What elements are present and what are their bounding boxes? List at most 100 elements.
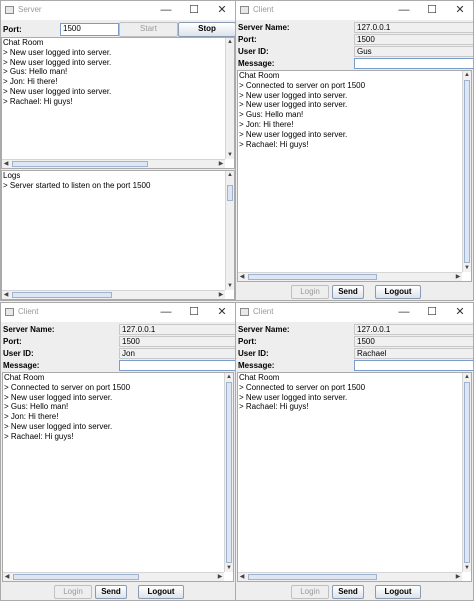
scroll-left-icon[interactable]: ◀ bbox=[238, 273, 246, 281]
user-id-field[interactable]: Jon bbox=[119, 348, 235, 359]
java-app-icon bbox=[240, 6, 249, 14]
port-field[interactable]: 1500 bbox=[119, 336, 235, 347]
scroll-right-icon[interactable]: ▶ bbox=[217, 160, 225, 168]
minimize-icon[interactable]: — bbox=[390, 2, 418, 18]
text-line: > New user logged into server. bbox=[4, 392, 113, 402]
java-app-icon bbox=[5, 6, 14, 14]
horizontal-scrollbar[interactable]: ◀ ▶ bbox=[2, 159, 225, 168]
logout-button[interactable]: Logout bbox=[375, 585, 421, 599]
minimize-icon[interactable]: — bbox=[152, 304, 180, 320]
message-input[interactable] bbox=[354, 360, 473, 371]
scroll-right-icon[interactable]: ▶ bbox=[454, 273, 462, 281]
message-label: Message: bbox=[238, 361, 275, 370]
server-name-field[interactable]: 127.0.0.1 bbox=[354, 22, 473, 33]
vertical-scrollbar[interactable]: ▲ ▼ bbox=[225, 171, 234, 290]
scroll-thumb[interactable] bbox=[12, 292, 112, 298]
text-line: > Jon: Hi there! bbox=[3, 77, 58, 87]
vertical-scrollbar[interactable]: ▲ ▼ bbox=[224, 373, 233, 572]
vertical-scrollbar[interactable]: ▲ ▼ bbox=[462, 373, 471, 572]
scroll-thumb[interactable] bbox=[464, 80, 470, 263]
send-button[interactable]: Send bbox=[95, 585, 127, 599]
client-titlebar[interactable]: Client — ☐ ✕ bbox=[236, 1, 473, 20]
scroll-thumb[interactable] bbox=[464, 382, 470, 563]
minimize-icon[interactable]: — bbox=[152, 2, 180, 18]
user-id-field[interactable]: Rachael bbox=[354, 348, 473, 359]
scroll-up-icon[interactable]: ▲ bbox=[463, 71, 471, 79]
text-line: > New user logged into server. bbox=[239, 100, 348, 110]
start-button[interactable]: Start bbox=[119, 22, 178, 37]
user-id-field[interactable]: Gus bbox=[354, 46, 473, 57]
login-button[interactable]: Login bbox=[291, 585, 329, 599]
scroll-left-icon[interactable]: ◀ bbox=[3, 573, 11, 581]
port-field[interactable]: 1500 bbox=[354, 34, 473, 45]
port-field[interactable]: 1500 bbox=[354, 336, 473, 347]
server-chat-area[interactable]: Chat Room > New user logged into server. >… bbox=[1, 37, 235, 169]
server-titlebar[interactable]: Server — ☐ ✕ bbox=[1, 1, 235, 20]
logout-button[interactable]: Logout bbox=[375, 285, 421, 299]
vertical-scrollbar[interactable]: ▲ ▼ bbox=[225, 38, 234, 159]
scroll-thumb[interactable] bbox=[248, 574, 377, 580]
client-chat-area[interactable]: Chat Room > Connected to server on port 1… bbox=[237, 372, 472, 582]
scroll-down-icon[interactable]: ▼ bbox=[463, 564, 471, 572]
scroll-up-icon[interactable]: ▲ bbox=[226, 38, 234, 46]
message-input[interactable] bbox=[119, 360, 235, 371]
horizontal-scrollbar[interactable]: ◀ ▶ bbox=[238, 272, 462, 281]
horizontal-scrollbar[interactable]: ◀ ▶ bbox=[2, 290, 225, 299]
close-icon[interactable]: ✕ bbox=[208, 304, 235, 320]
scroll-down-icon[interactable]: ▼ bbox=[226, 151, 234, 159]
text-line: > New user logged into server. bbox=[239, 129, 348, 139]
message-label: Message: bbox=[238, 59, 275, 68]
maximize-icon[interactable]: ☐ bbox=[180, 304, 208, 320]
port-input[interactable]: 1500 bbox=[60, 23, 119, 36]
text-line: Chat Room bbox=[239, 373, 280, 382]
scroll-thumb[interactable] bbox=[248, 274, 377, 280]
client-chat-area[interactable]: Chat Room > Connected to server on port 1… bbox=[237, 70, 472, 282]
scroll-right-icon[interactable]: ▶ bbox=[454, 573, 462, 581]
send-button[interactable]: Send bbox=[332, 585, 364, 599]
scroll-left-icon[interactable]: ◀ bbox=[238, 573, 246, 581]
scroll-up-icon[interactable]: ▲ bbox=[463, 373, 471, 381]
client-titlebar[interactable]: Client — ☐ ✕ bbox=[236, 303, 473, 322]
maximize-icon[interactable]: ☐ bbox=[418, 304, 446, 320]
scroll-up-icon[interactable]: ▲ bbox=[225, 373, 233, 381]
close-icon[interactable]: ✕ bbox=[446, 2, 473, 18]
horizontal-scrollbar[interactable]: ◀ ▶ bbox=[3, 572, 224, 581]
scroll-right-icon[interactable]: ▶ bbox=[216, 573, 224, 581]
scroll-down-icon[interactable]: ▼ bbox=[226, 282, 234, 290]
client-titlebar[interactable]: Client — ☐ ✕ bbox=[1, 303, 235, 322]
maximize-icon[interactable]: ☐ bbox=[418, 2, 446, 18]
text-line: > Connected to server on port 1500 bbox=[4, 382, 131, 392]
login-button[interactable]: Login bbox=[54, 585, 92, 599]
server-window: Server — ☐ ✕ Port: 1500 Start Stop Chat … bbox=[0, 0, 236, 301]
scroll-thumb[interactable] bbox=[226, 382, 232, 563]
scroll-up-icon[interactable]: ▲ bbox=[226, 171, 234, 179]
scroll-left-icon[interactable]: ◀ bbox=[2, 291, 10, 299]
send-button[interactable]: Send bbox=[332, 285, 364, 299]
minimize-icon[interactable]: — bbox=[390, 304, 418, 320]
vertical-scrollbar[interactable]: ▲ ▼ bbox=[462, 71, 471, 272]
scroll-down-icon[interactable]: ▼ bbox=[463, 264, 471, 272]
scroll-thumb[interactable] bbox=[13, 574, 139, 580]
server-name-field[interactable]: 127.0.0.1 bbox=[119, 324, 235, 335]
server-log-area[interactable]: Logs > Server started to listen on the po… bbox=[1, 170, 235, 300]
scroll-left-icon[interactable]: ◀ bbox=[2, 160, 10, 168]
logout-button[interactable]: Logout bbox=[138, 585, 184, 599]
server-name-label: Server Name: bbox=[238, 325, 290, 334]
stop-button[interactable]: Stop bbox=[178, 22, 235, 37]
close-icon[interactable]: ✕ bbox=[208, 2, 235, 18]
text-line: > New user logged into server. bbox=[3, 57, 112, 67]
text-line: > Connected to server on port 1500 bbox=[239, 80, 366, 90]
scroll-thumb[interactable] bbox=[12, 161, 148, 167]
close-icon[interactable]: ✕ bbox=[446, 304, 473, 320]
message-input[interactable] bbox=[354, 58, 473, 69]
client-chat-area[interactable]: Chat Room > Connected to server on port 1… bbox=[2, 372, 234, 582]
scroll-thumb[interactable] bbox=[227, 185, 233, 201]
scroll-down-icon[interactable]: ▼ bbox=[225, 564, 233, 572]
horizontal-scrollbar[interactable]: ◀ ▶ bbox=[238, 572, 462, 581]
maximize-icon[interactable]: ☐ bbox=[180, 2, 208, 18]
login-button[interactable]: Login bbox=[291, 285, 329, 299]
scroll-right-icon[interactable]: ▶ bbox=[217, 291, 225, 299]
server-name-field[interactable]: 127.0.0.1 bbox=[354, 324, 473, 335]
text-line: > Gus: Hello man! bbox=[3, 67, 68, 77]
text-line: > New user logged into server. bbox=[3, 47, 112, 57]
